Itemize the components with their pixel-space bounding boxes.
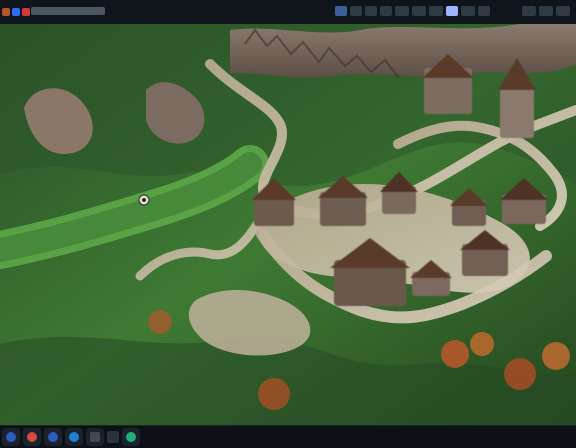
game-window	[0, 0, 576, 448]
maximize-icon[interactable]	[539, 6, 553, 16]
tab-8[interactable]	[446, 6, 458, 16]
record-glyph	[27, 432, 37, 442]
map-canvas[interactable]	[0, 24, 576, 426]
minimize-icon[interactable]	[522, 6, 536, 16]
tab-5[interactable]	[395, 6, 409, 16]
record-icon[interactable]	[23, 428, 41, 446]
tab-10[interactable]	[478, 6, 490, 16]
edit-glyph	[48, 432, 58, 442]
map-marker[interactable]	[138, 194, 150, 206]
tab-7[interactable]	[429, 6, 443, 16]
toolbar-left-icons	[0, 0, 30, 24]
power-glyph	[6, 432, 16, 442]
grid-glyph	[90, 432, 100, 442]
tab-3[interactable]	[365, 6, 377, 16]
refresh-glyph	[69, 432, 79, 442]
top-toolbar	[0, 0, 576, 25]
eye-glyph	[126, 432, 136, 442]
edit-icon[interactable]	[44, 428, 62, 446]
mountain-range	[230, 24, 576, 78]
menu-icon[interactable]	[2, 8, 10, 16]
close-icon[interactable]	[556, 6, 570, 16]
eye-icon[interactable]	[122, 428, 140, 446]
castle-tower[interactable]	[500, 84, 534, 138]
window-controls	[522, 6, 570, 16]
toolbar-tabs	[335, 6, 490, 16]
tab-1[interactable]	[335, 6, 347, 16]
refresh-icon[interactable]	[65, 428, 83, 446]
tab-6[interactable]	[412, 6, 426, 16]
game-map-viewport[interactable]	[0, 24, 576, 426]
search-icon[interactable]	[12, 8, 20, 16]
bottom-taskbar	[0, 425, 576, 448]
window-title	[31, 7, 105, 15]
taskbar-buttons	[2, 428, 140, 446]
tab-4[interactable]	[380, 6, 392, 16]
gear-icon[interactable]	[22, 8, 30, 16]
stop-icon[interactable]	[107, 431, 119, 443]
tab-9[interactable]	[461, 6, 475, 16]
tab-2[interactable]	[350, 6, 362, 16]
power-icon[interactable]	[2, 428, 20, 446]
grid-icon[interactable]	[86, 428, 104, 446]
